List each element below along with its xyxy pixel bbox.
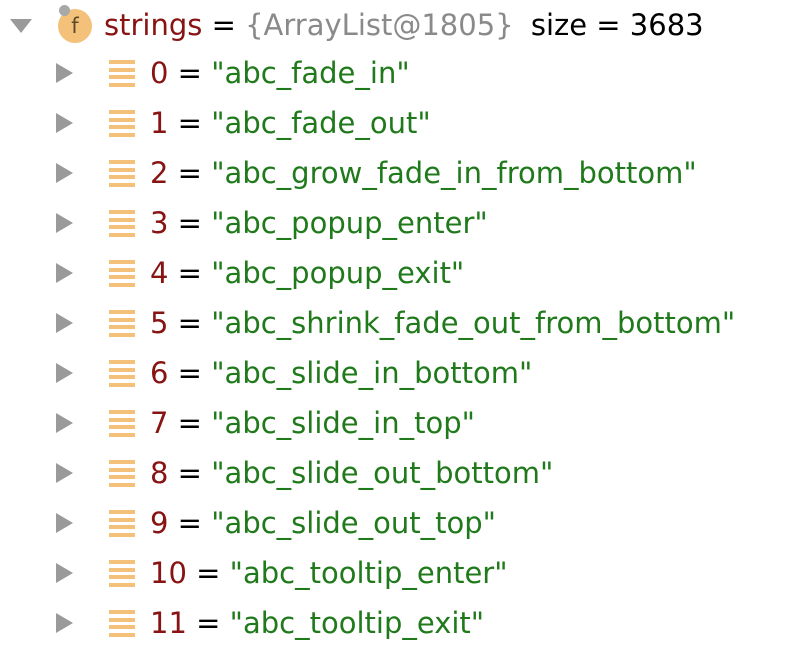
expand-triangle-right-icon[interactable] [56, 263, 73, 283]
array-item-row[interactable]: 5 = "abc_shrink_fade_out_from_bottom" [0, 303, 792, 343]
array-item-row[interactable]: 6 = "abc_slide_in_bottom" [0, 353, 792, 393]
equals-sign: = [177, 506, 202, 540]
equals-sign: = [196, 556, 221, 590]
item-string-value: "abc_slide_out_bottom" [211, 456, 554, 490]
array-item-row[interactable]: 10 = "abc_tooltip_enter" [0, 553, 792, 593]
item-string-value: "abc_slide_in_top" [211, 406, 475, 440]
list-lines-icon [109, 560, 135, 587]
array-item-row[interactable]: 0 = "abc_fade_in" [0, 53, 792, 93]
array-item-row[interactable]: 8 = "abc_slide_out_bottom" [0, 453, 792, 493]
equals-sign: = [177, 156, 202, 190]
array-item-label: 5 = "abc_shrink_fade_out_from_bottom" [150, 303, 735, 343]
item-index: 5 [150, 306, 169, 340]
array-item-label: 3 = "abc_popup_enter" [150, 203, 488, 243]
array-item-label: 0 = "abc_fade_in" [150, 53, 410, 93]
equals-sign: = [196, 606, 221, 640]
item-string-value: "abc_popup_exit" [211, 256, 465, 290]
item-index: 8 [150, 456, 169, 490]
array-item-row[interactable]: 2 = "abc_grow_fade_in_from_bottom" [0, 153, 792, 193]
list-lines-icon [109, 410, 135, 437]
list-lines-icon [109, 360, 135, 387]
item-index: 0 [150, 56, 169, 90]
list-lines-icon [109, 310, 135, 337]
array-item-label: 2 = "abc_grow_fade_in_from_bottom" [150, 153, 697, 193]
field-f-icon: f [58, 5, 92, 43]
item-string-value: "abc_slide_out_top" [211, 506, 496, 540]
array-item-label: 6 = "abc_slide_in_bottom" [150, 353, 532, 393]
item-index: 1 [150, 106, 169, 140]
variable-name: strings [104, 8, 203, 42]
root-node-label: strings = {ArrayList@1805} size = 3683 [104, 5, 704, 45]
array-item-label: 1 = "abc_fade_out" [150, 103, 431, 143]
array-item-row[interactable]: 7 = "abc_slide_in_top" [0, 403, 792, 443]
expand-triangle-right-icon[interactable] [56, 63, 73, 83]
item-index: 7 [150, 406, 169, 440]
list-lines-icon [109, 510, 135, 537]
item-string-value: "abc_fade_out" [211, 106, 431, 140]
expand-triangle-right-icon[interactable] [56, 213, 73, 233]
item-index: 11 [150, 606, 187, 640]
item-string-value: "abc_fade_in" [211, 56, 410, 90]
list-lines-icon [109, 160, 135, 187]
list-lines-icon [109, 60, 135, 87]
pin-icon [59, 5, 70, 16]
item-string-value: "abc_slide_in_bottom" [211, 356, 533, 390]
expand-triangle-right-icon[interactable] [56, 363, 73, 383]
list-lines-icon [109, 210, 135, 237]
item-index: 6 [150, 356, 169, 390]
item-index: 2 [150, 156, 169, 190]
item-string-value: "abc_tooltip_exit" [229, 606, 485, 640]
expand-triangle-right-icon[interactable] [56, 563, 73, 583]
array-item-label: 9 = "abc_slide_out_top" [150, 503, 496, 543]
array-item-label: 4 = "abc_popup_exit" [150, 253, 464, 293]
equals-sign: = [211, 8, 236, 42]
item-index: 10 [150, 556, 187, 590]
array-item-row[interactable]: 11 = "abc_tooltip_exit" [0, 603, 792, 643]
item-string-value: "abc_grow_fade_in_from_bottom" [211, 156, 697, 190]
equals-sign: = [177, 256, 202, 290]
array-item-label: 11 = "abc_tooltip_exit" [150, 603, 484, 643]
equals-sign: = [177, 406, 202, 440]
item-string-value: "abc_tooltip_enter" [229, 556, 508, 590]
item-string-value: "abc_popup_enter" [211, 206, 488, 240]
list-lines-icon [109, 260, 135, 287]
array-item-row[interactable]: 1 = "abc_fade_out" [0, 103, 792, 143]
expand-triangle-down-icon[interactable] [10, 19, 32, 33]
array-item-row[interactable]: 4 = "abc_popup_exit" [0, 253, 792, 293]
expand-triangle-right-icon[interactable] [56, 163, 73, 183]
item-index: 3 [150, 206, 169, 240]
equals-sign: = [177, 356, 202, 390]
item-index: 9 [150, 506, 169, 540]
array-item-row[interactable]: 9 = "abc_slide_out_top" [0, 503, 792, 543]
expand-triangle-right-icon[interactable] [56, 313, 73, 333]
expand-triangle-right-icon[interactable] [56, 513, 73, 533]
array-item-label: 10 = "abc_tooltip_enter" [150, 553, 508, 593]
list-lines-icon [109, 110, 135, 137]
expand-triangle-right-icon[interactable] [56, 413, 73, 433]
expand-triangle-right-icon[interactable] [56, 113, 73, 133]
equals-sign: = [177, 106, 202, 140]
equals-sign: = [177, 306, 202, 340]
size-text: size = 3683 [530, 8, 704, 42]
equals-sign: = [177, 56, 202, 90]
item-index: 4 [150, 256, 169, 290]
array-item-label: 8 = "abc_slide_out_bottom" [150, 453, 553, 493]
list-lines-icon [109, 610, 135, 637]
array-item-label: 7 = "abc_slide_in_top" [150, 403, 475, 443]
variable-type: {ArrayList@1805} [245, 8, 514, 42]
equals-sign: = [177, 456, 202, 490]
equals-sign: = [177, 206, 202, 240]
tree-node-strings[interactable]: f strings = {ArrayList@1805} size = 3683 [0, 5, 792, 45]
list-lines-icon [109, 460, 135, 487]
expand-triangle-right-icon[interactable] [56, 613, 73, 633]
expand-triangle-right-icon[interactable] [56, 463, 73, 483]
item-string-value: "abc_shrink_fade_out_from_bottom" [211, 306, 736, 340]
array-item-row[interactable]: 3 = "abc_popup_enter" [0, 203, 792, 243]
